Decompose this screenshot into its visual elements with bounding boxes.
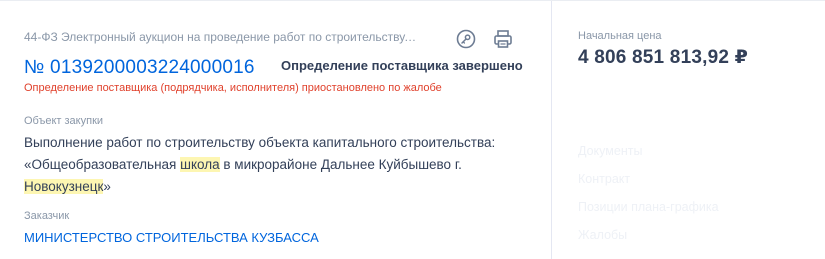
price-sidebar: Начальная цена 4 806 851 813,92 ₽ Докуме… [553, 1, 825, 259]
initial-price-label: Начальная цена [578, 30, 662, 42]
initial-price-value: 4 806 851 813,92 ₽ [578, 47, 749, 68]
key-icon[interactable] [455, 28, 477, 50]
object-text-part: в микрорайоне Дальнее Куйбышево г. [219, 157, 462, 172]
search-highlight: школа [180, 157, 220, 172]
registry-number-link[interactable]: № 0139200003224000016 [24, 57, 255, 79]
purchase-main-section: 44-ФЗ Электронный аукцион на проведение … [0, 1, 552, 259]
customer-label: Заказчик [24, 210, 70, 222]
printer-icon[interactable] [492, 28, 514, 50]
customer-link[interactable]: МИНИСТЕРСТВО СТРОИТЕЛЬСТВА КУЗБАССА [24, 230, 319, 245]
schedule-positions-link[interactable]: Позиции плана-графика [578, 200, 719, 214]
procurement-status: Определение поставщика завершено [281, 58, 523, 73]
documents-link[interactable]: Документы [578, 144, 642, 158]
object-text-part: » [103, 179, 111, 194]
procurement-type-breadcrumb: 44-ФЗ Электронный аукцион на проведение … [24, 30, 419, 44]
object-label: Объект закупки [24, 115, 104, 127]
purchase-card: 44-ФЗ Электронный аукцион на проведение … [0, 0, 825, 259]
complaints-link[interactable]: Жалобы [578, 228, 627, 242]
suspension-warning: Определение поставщика (подрядчика, испо… [24, 82, 442, 94]
contract-link[interactable]: Контракт [578, 172, 630, 186]
object-description: Выполнение работ по строительству объект… [24, 132, 524, 198]
search-highlight: Новокузнецк [24, 179, 104, 194]
